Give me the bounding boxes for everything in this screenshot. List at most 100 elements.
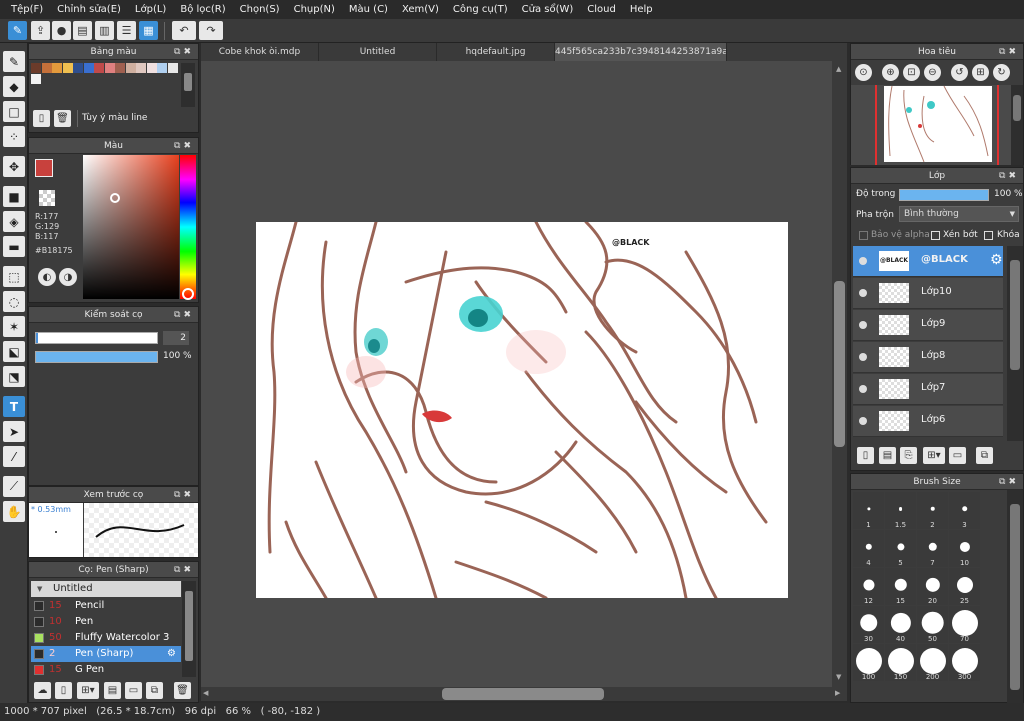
layer-copy-icon[interactable]: ⎘	[900, 447, 917, 464]
panel-float-close-icons[interactable]: ⧉✖	[174, 44, 194, 60]
clipping-checkbox[interactable]	[931, 231, 940, 240]
hue-slider[interactable]	[180, 155, 196, 300]
export-icon[interactable]: ⇪	[31, 21, 50, 40]
menu-item[interactable]: Cloud	[580, 0, 623, 19]
brush-size-slider[interactable]	[35, 332, 158, 344]
palette-swatch[interactable]	[62, 63, 73, 73]
select-eraser-tool-icon[interactable]: ⬔	[3, 366, 25, 387]
delete-brush-icon[interactable]: 🗑	[174, 682, 191, 699]
redo-icon[interactable]: ↷	[199, 21, 223, 40]
transparent-color-swatch[interactable]	[39, 190, 55, 206]
pen-knife-tool-icon[interactable]: ⟋	[3, 476, 25, 497]
brush-size-cell[interactable]: 20	[917, 568, 948, 605]
brush-size-cell[interactable]: 50	[917, 606, 948, 643]
brush-cloud-icon[interactable]: ☁	[34, 682, 51, 699]
brush-size-value[interactable]: 2	[163, 331, 189, 345]
panel-float-close-icons[interactable]: ⧉✖	[174, 138, 194, 154]
brush-list-scroll-thumb[interactable]	[185, 591, 193, 661]
palette-swatch[interactable]	[115, 63, 125, 73]
brush-size-cell[interactable]: 30	[853, 606, 884, 643]
layer-add-dropdown-icon[interactable]: ⊞▾	[923, 447, 945, 464]
foreground-color-swatch[interactable]	[35, 159, 53, 177]
brush-folder-icon[interactable]: ▭	[125, 682, 142, 699]
protect-alpha-checkbox[interactable]	[859, 231, 868, 240]
saturation-value-picker[interactable]	[83, 155, 179, 299]
canvas-horizontal-scrollbar[interactable]: ◀ ▶	[201, 687, 847, 701]
text-tool-icon[interactable]: T	[3, 396, 25, 417]
layer-item[interactable]: Lớp9	[853, 310, 1003, 341]
color-mixer-icon[interactable]: ◑	[59, 268, 77, 286]
panel-float-close-icons[interactable]: ⧉✖	[174, 307, 194, 323]
new-layer-icon[interactable]: ▯	[857, 447, 874, 464]
brush-size-cell[interactable]: 70	[949, 606, 980, 643]
visibility-icon[interactable]	[859, 385, 867, 393]
scroll-up-icon[interactable]: ▲	[836, 65, 841, 73]
brush-size-cell[interactable]: 3	[949, 492, 980, 529]
new-layer-text-icon[interactable]: ▤	[879, 447, 896, 464]
tab-document-active[interactable]: 445f565ca233b7c3948144253871a9ad.png	[555, 43, 727, 61]
menu-item[interactable]: Công cụ(T)	[446, 0, 515, 19]
eraser-tool-icon[interactable]: ◆	[3, 76, 25, 97]
brush-list-scrollbar[interactable]	[182, 581, 196, 677]
new-palette-icon[interactable]: ▯	[33, 110, 50, 127]
brush-size-cell[interactable]: 12	[853, 568, 884, 605]
color-palette-icon[interactable]: ◐	[38, 268, 56, 286]
scroll-left-icon[interactable]: ◀	[203, 689, 208, 697]
brush-size-cell[interactable]: 100	[853, 644, 884, 681]
panel-float-close-icons[interactable]: ⧉✖	[174, 562, 194, 578]
layer-item[interactable]: Lớp10	[853, 278, 1003, 309]
speech-bubble-icon[interactable]: ●	[52, 21, 71, 40]
menu-item[interactable]: Cửa sổ(W)	[515, 0, 581, 19]
brush-list-item[interactable]: 15 G Pen	[31, 662, 181, 678]
brush-size-cell[interactable]: 5	[885, 530, 916, 567]
palette-swatch[interactable]	[94, 63, 104, 73]
document-icon[interactable]: ▥	[95, 21, 114, 40]
brush-size-cell[interactable]: 4	[853, 530, 884, 567]
blend-mode-select[interactable]: Bình thường ▼	[899, 206, 1019, 222]
brush-size-scrollbar[interactable]	[1007, 490, 1023, 704]
fit-screen-icon[interactable]: ⊡	[903, 64, 920, 81]
list-icon[interactable]: ☰	[117, 21, 136, 40]
brush-size-cell[interactable]: 2	[917, 492, 948, 529]
palette-swatch[interactable]	[31, 63, 41, 73]
panel-float-close-icons[interactable]: ⧉✖	[999, 474, 1019, 490]
hue-slider-handle[interactable]	[182, 288, 194, 300]
layer-item[interactable]: @BLACK @BLACK ⚙	[853, 246, 1003, 277]
magic-wand-tool-icon[interactable]: ✶	[3, 316, 25, 337]
palette-swatch[interactable]	[31, 74, 41, 84]
palette-swatch[interactable]	[52, 63, 62, 73]
visibility-icon[interactable]	[859, 353, 867, 361]
brush-size-cell[interactable]: 300	[949, 644, 980, 681]
artboard[interactable]: @BLACK	[256, 222, 788, 598]
palette-scrollbar[interactable]	[181, 63, 195, 107]
palette-swatch[interactable]	[73, 63, 83, 73]
hand-tool-icon[interactable]: ✋	[3, 501, 25, 522]
delete-palette-icon[interactable]: 🗑	[54, 110, 71, 127]
navigator-preview[interactable]	[851, 85, 1011, 165]
eyedropper-tool-icon[interactable]: ⁄	[3, 446, 25, 467]
grid-icon[interactable]: ▦	[139, 21, 158, 40]
new-brush-icon[interactable]: ▯	[55, 682, 72, 699]
copy-brush-icon[interactable]: ⧉	[146, 682, 163, 699]
brush-size-cell[interactable]: 150	[885, 644, 916, 681]
gradient-tool-icon[interactable]: ▬	[3, 236, 25, 257]
select-pen-tool-icon[interactable]: ⬕	[3, 341, 25, 362]
menu-item[interactable]: Chỉnh sửa(E)	[50, 0, 128, 19]
brush-opacity-slider[interactable]	[35, 351, 158, 363]
palette-swatch[interactable]	[157, 63, 167, 73]
palette-swatch[interactable]	[167, 63, 178, 73]
rectangle-tool-icon[interactable]: □	[3, 101, 25, 122]
scroll-right-icon[interactable]: ▶	[835, 689, 840, 697]
brush-size-cell[interactable]: 7	[917, 530, 948, 567]
navigator-scroll-thumb[interactable]	[1013, 95, 1021, 121]
reset-view-icon[interactable]: ⊞	[972, 64, 989, 81]
zoom-in-icon[interactable]: ⊕	[882, 64, 899, 81]
palette-swatch[interactable]	[104, 63, 115, 73]
visibility-icon[interactable]	[859, 257, 867, 265]
tab-document[interactable]: hqdefault.jpg	[437, 43, 555, 61]
menu-item[interactable]: Lớp(L)	[128, 0, 173, 19]
scroll-down-icon[interactable]: ▼	[836, 673, 841, 681]
layer-item[interactable]: Lớp8	[853, 342, 1003, 373]
tab-document[interactable]: Cobe khok òi.mdp	[201, 43, 319, 61]
brush-size-cell[interactable]: 40	[885, 606, 916, 643]
